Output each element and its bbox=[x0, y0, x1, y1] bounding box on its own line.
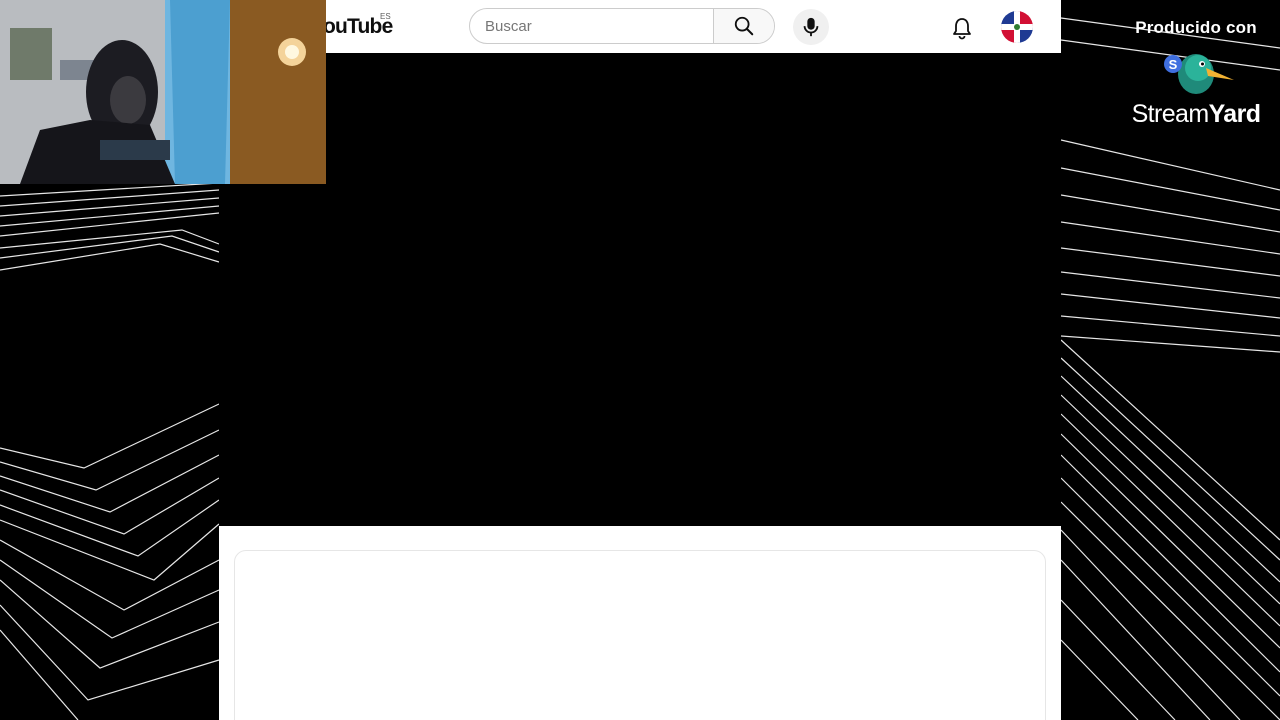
streamyard-wordmark-part1: Stream bbox=[1131, 100, 1210, 128]
shared-screen-youtube: ouTube ES bbox=[219, 0, 1061, 720]
dominican-flag-avatar bbox=[1001, 11, 1033, 43]
streamyard-duck-logo-icon: S bbox=[1164, 54, 1234, 94]
microphone-icon bbox=[803, 17, 819, 37]
search-box[interactable] bbox=[469, 8, 775, 44]
account-avatar[interactable] bbox=[1001, 11, 1033, 43]
webcam-image bbox=[0, 0, 326, 184]
search-button[interactable] bbox=[713, 9, 774, 43]
bell-icon bbox=[953, 18, 971, 40]
region-code: ES bbox=[380, 12, 391, 21]
youtube-header: ouTube ES bbox=[219, 0, 1061, 53]
svg-text:S: S bbox=[1169, 57, 1178, 72]
video-info-card bbox=[234, 550, 1046, 720]
streamyard-watermark: Producido con S StreamYard bbox=[1116, 18, 1276, 128]
notifications-button[interactable] bbox=[948, 14, 976, 42]
streamyard-wordmark-part2: Yard bbox=[1208, 100, 1261, 128]
search-icon bbox=[734, 16, 754, 36]
webcam-feed bbox=[0, 0, 326, 184]
search-input[interactable] bbox=[470, 9, 716, 43]
voice-search-button[interactable] bbox=[793, 9, 829, 45]
video-player[interactable] bbox=[219, 53, 1061, 526]
streamyard-wordmark: StreamYard bbox=[1116, 100, 1276, 129]
produced-with-caption: Producido con bbox=[1135, 18, 1257, 37]
